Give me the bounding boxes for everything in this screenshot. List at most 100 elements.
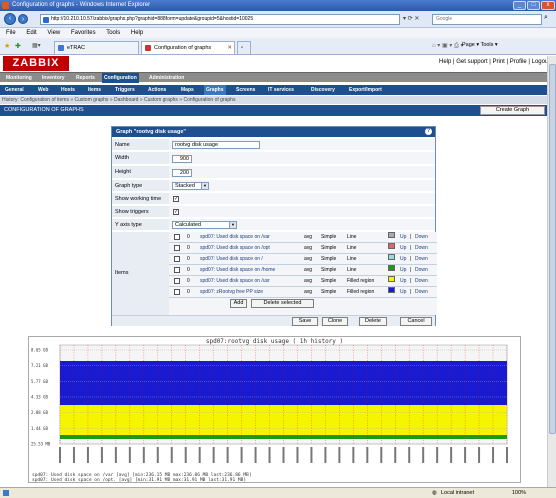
- subnav-maps[interactable]: Maps: [181, 85, 194, 95]
- delete-button[interactable]: Delete: [359, 317, 387, 326]
- item-name-link[interactable]: spd07: Used disk space on /: [200, 254, 263, 265]
- item-down-link[interactable]: Down: [415, 254, 428, 265]
- top-links[interactable]: Help | Get support | Print | Profile | L…: [439, 59, 550, 65]
- item-checkbox[interactable]: [174, 256, 180, 262]
- item-checkbox[interactable]: [174, 234, 180, 240]
- close-tab-icon[interactable]: ✕: [227, 42, 232, 54]
- item-checkbox[interactable]: [174, 289, 180, 295]
- item-name-link[interactable]: spd07: Used disk space on /var: [200, 232, 270, 243]
- favorites-star-icon[interactable]: ★: [4, 42, 10, 50]
- nav-configuration[interactable]: Configuration: [102, 73, 139, 83]
- height-label: Height: [112, 166, 169, 178]
- x-tick-label: [478, 447, 481, 463]
- subnav-triggers[interactable]: Triggers: [115, 85, 135, 95]
- item-down-link[interactable]: Down: [415, 243, 428, 254]
- zone-label: Local intranet: [441, 490, 475, 496]
- maximize-button[interactable]: □: [527, 1, 540, 10]
- delete-selected-button[interactable]: Delete selected: [251, 299, 314, 308]
- search-icon[interactable]: ⌕: [544, 14, 548, 22]
- menu-tools[interactable]: Tools: [106, 30, 120, 36]
- help-icon[interactable]: ?: [425, 128, 432, 135]
- item-checkbox[interactable]: [174, 267, 180, 273]
- subnav-actions[interactable]: Actions: [148, 85, 166, 95]
- refresh-stop-icons[interactable]: ▾ ⟳ ✕: [403, 15, 419, 22]
- subnav-web[interactable]: Web: [38, 85, 48, 95]
- item-function: avg: [304, 289, 313, 295]
- y-axis-select[interactable]: Calculated ▼: [172, 221, 237, 229]
- menu-file[interactable]: File: [6, 30, 16, 36]
- add-item-button[interactable]: Add: [230, 299, 247, 308]
- status-bar: ◍ Local intranet 100%: [0, 487, 556, 498]
- item-up-link[interactable]: Up: [400, 232, 406, 243]
- subnav-export-import[interactable]: Export/Import: [349, 85, 382, 95]
- subnav-discovery[interactable]: Discovery: [311, 85, 335, 95]
- graph-type-value: Stacked: [175, 183, 195, 189]
- x-tick-label: [310, 447, 313, 463]
- item-name-link[interactable]: spd07: Used disk space on /home: [200, 265, 275, 276]
- sub-nav: General Web Hosts Items Triggers Actions…: [0, 85, 556, 95]
- menu-edit[interactable]: Edit: [26, 30, 36, 36]
- menu-favorites[interactable]: Favorites: [71, 30, 96, 36]
- show-working-checkbox[interactable]: ✓: [173, 196, 179, 202]
- create-graph-button[interactable]: Create Graph: [480, 106, 545, 115]
- item-name-link[interactable]: spd07: Used disk space on /opt: [200, 243, 270, 254]
- close-window-button[interactable]: x: [541, 1, 555, 10]
- nav-inventory[interactable]: Inventory: [40, 73, 67, 83]
- vertical-scrollbar[interactable]: [547, 56, 556, 487]
- search-input[interactable]: Google: [432, 14, 542, 25]
- zoom-level[interactable]: 100%: [512, 488, 526, 498]
- item-down-link[interactable]: Down: [415, 232, 428, 243]
- subnav-items[interactable]: Items: [88, 85, 101, 95]
- page-icon: [43, 17, 49, 23]
- cancel-button[interactable]: Cancel: [400, 317, 432, 326]
- minimize-button[interactable]: _: [513, 1, 526, 10]
- subnav-graphs[interactable]: Graphs: [204, 85, 226, 95]
- show-triggers-checkbox[interactable]: ✓: [173, 209, 179, 215]
- tab-etrac[interactable]: eTRAC: [54, 41, 139, 54]
- item-down-link[interactable]: Down: [415, 276, 428, 287]
- nav-reports[interactable]: Reports: [74, 73, 97, 83]
- item-down-link[interactable]: Down: [415, 265, 428, 276]
- subnav-general[interactable]: General: [5, 85, 24, 95]
- item-name-link[interactable]: spd07: Used disk space on /usr: [200, 276, 270, 287]
- forward-icon[interactable]: ›: [18, 14, 28, 24]
- graph-type-select[interactable]: Stacked ▼: [172, 182, 209, 190]
- nav-administration[interactable]: Administration: [147, 73, 186, 83]
- menu-view[interactable]: View: [47, 30, 60, 36]
- item-checkbox[interactable]: [174, 245, 180, 251]
- item-up-link[interactable]: Up: [400, 287, 406, 298]
- x-tick-label: [492, 447, 495, 463]
- scrollbar-thumb[interactable]: [549, 64, 556, 434]
- tab-label: eTRAC: [67, 45, 86, 51]
- add-favorites-icon[interactable]: ✚: [15, 42, 21, 50]
- subnav-hosts[interactable]: Hosts: [61, 85, 75, 95]
- item-down-link[interactable]: Down: [415, 287, 428, 298]
- subnav-screens[interactable]: Screens: [236, 85, 255, 95]
- item-up-link[interactable]: Up: [400, 276, 406, 287]
- name-input[interactable]: rootvg disk usage: [172, 141, 260, 149]
- page-tools-menu[interactable]: Page ▾ Tools ▾: [462, 42, 498, 48]
- menu-help[interactable]: Help: [131, 30, 143, 36]
- x-tick-label: [72, 447, 75, 463]
- clone-button[interactable]: Clone: [322, 317, 348, 326]
- item-up-link[interactable]: Up: [400, 243, 406, 254]
- item-up-link[interactable]: Up: [400, 265, 406, 276]
- subnav-it-services[interactable]: IT services: [268, 85, 294, 95]
- y-tick-label: 1.44 GB: [31, 426, 48, 431]
- height-input[interactable]: 200: [172, 169, 192, 177]
- width-input[interactable]: 900: [172, 155, 192, 163]
- tab-list-icon[interactable]: ▦▾: [32, 42, 41, 49]
- address-input[interactable]: http://10.210.10.57/zabbix/graphs.php?gr…: [40, 14, 400, 25]
- tab-configuration-of-graphs[interactable]: Configuration of graphs ✕: [141, 41, 235, 54]
- breadcrumb[interactable]: History: Configuration of items » Custom…: [0, 96, 556, 104]
- item-up-link[interactable]: Up: [400, 254, 406, 265]
- new-tab-button[interactable]: ▫: [237, 41, 251, 54]
- graph-type-label: Graph type: [112, 180, 169, 191]
- x-tick-label: [352, 447, 355, 463]
- back-icon[interactable]: ‹: [4, 13, 16, 25]
- toolbar-icons[interactable]: ⌂ ▾ ▣ ▾ ⎙ ▾: [432, 42, 463, 50]
- item-name-link[interactable]: spd07: zRootvg free PP size: [200, 287, 263, 298]
- save-button[interactable]: Save: [292, 317, 318, 326]
- item-checkbox[interactable]: [174, 278, 180, 284]
- nav-monitoring[interactable]: Monitoring: [4, 73, 34, 83]
